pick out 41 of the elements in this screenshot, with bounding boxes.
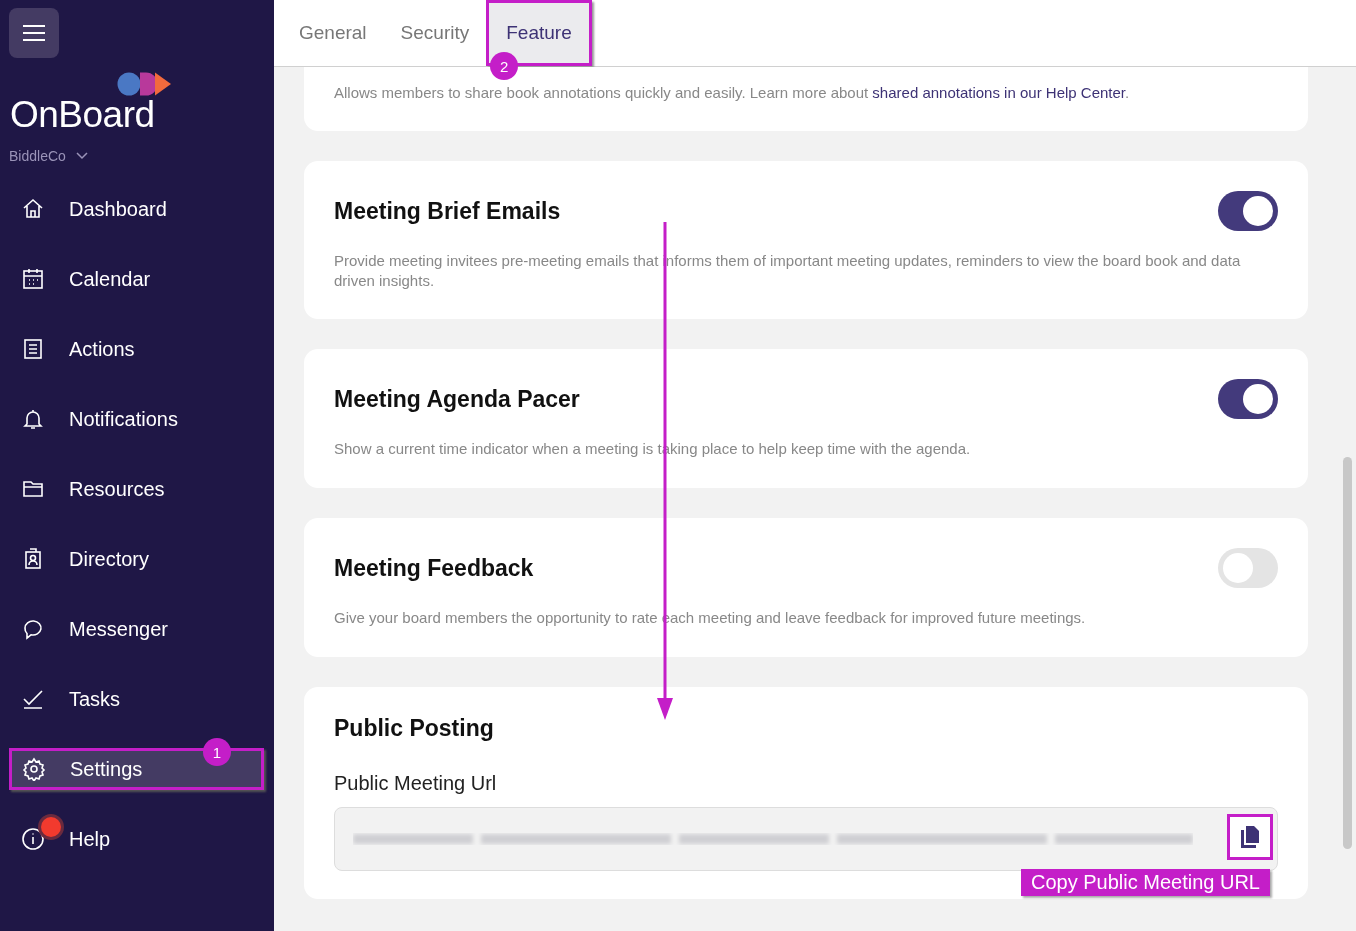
nav-item[interactable]: Tasks	[9, 678, 264, 720]
menu-icon	[22, 24, 46, 42]
menu-button[interactable]	[9, 8, 59, 58]
copy-icon	[1239, 825, 1261, 849]
tab[interactable]: General	[282, 0, 384, 66]
list-icon	[21, 337, 45, 361]
gear-icon	[22, 757, 46, 781]
card-title: Meeting Brief Emails	[334, 197, 561, 225]
bell-icon	[21, 407, 45, 431]
card-description: Allows members to share book annotations quickly and easily. Learn more about shared annotations in our Help Center.	[334, 83, 1131, 103]
home-icon	[21, 197, 45, 221]
toggle-switch[interactable]	[1218, 191, 1278, 231]
nav-item[interactable]: Directory	[9, 538, 264, 580]
nav-item[interactable]: Actions	[9, 328, 264, 370]
calendar-icon	[21, 267, 45, 291]
organization-dropdown[interactable]: BiddleCo	[9, 148, 88, 164]
check-icon	[21, 687, 45, 711]
chevron-down-icon	[75, 152, 88, 160]
nav-item[interactable]: Dashboard	[9, 188, 264, 230]
toggle-switch[interactable]	[1218, 379, 1278, 419]
copy-button[interactable]	[1227, 814, 1273, 860]
nav-item[interactable]: Help	[9, 818, 264, 860]
tab[interactable]: Security	[383, 0, 487, 66]
url-field[interactable]	[334, 807, 1278, 871]
card-title: Meeting Agenda Pacer	[334, 385, 580, 413]
nav-item[interactable]: Notifications	[9, 398, 264, 440]
nav-item[interactable]: Messenger	[9, 608, 264, 650]
card-title: Meeting Feedback	[334, 554, 534, 582]
callout-label: Copy Public Meeting URL	[1021, 869, 1270, 896]
chat-icon	[21, 617, 45, 641]
logo-icon	[117, 72, 171, 96]
nav-item[interactable]: Resources	[9, 468, 264, 510]
info-icon	[21, 827, 45, 851]
help-link[interactable]: shared annotations in our Help Center	[872, 84, 1126, 101]
card-title: Public Posting	[334, 715, 495, 742]
nav-item[interactable]: Calendar	[9, 258, 264, 300]
logo-text: OnBoard	[10, 96, 155, 134]
step-badge: 1	[203, 738, 231, 766]
field-label: Public Meeting Url	[334, 772, 498, 795]
toggle-switch[interactable]	[1218, 548, 1278, 588]
scrollbar[interactable]	[1343, 457, 1352, 849]
